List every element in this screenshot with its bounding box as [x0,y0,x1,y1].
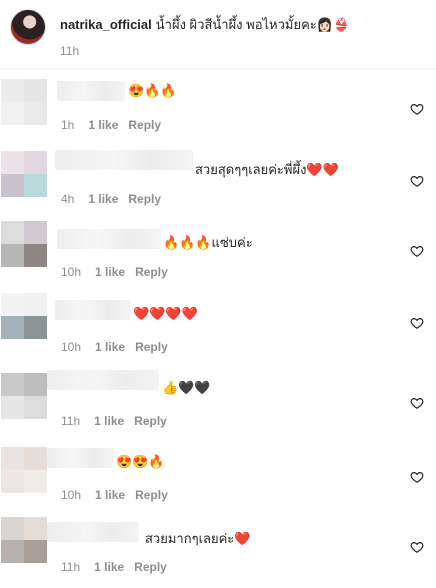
reply-button[interactable]: Reply [134,560,167,574]
comment-meta: 11h 1 like Reply [61,414,167,428]
caption-text: น้ำผึ้ง ผิวสีน้ำผึ้ง พอไหวมั้ยคะ👩🏻👙 [155,17,350,32]
avatar[interactable] [10,9,46,45]
comment-time: 10h [61,488,82,502]
heart-outline-icon[interactable] [410,174,424,188]
comment-meta: 1h 1 like Reply [61,118,161,132]
blurred-username[interactable] [47,448,113,468]
comment-text: 👍🖤🖤 [162,380,211,395]
comment-likes[interactable]: 1 like [95,265,125,279]
comment-time: 4h [61,192,75,206]
reply-button[interactable]: Reply [135,340,168,354]
comment-likes[interactable]: 1 like [88,118,118,132]
comment-row: ❤️❤️❤️❤️ 10h 1 like Reply [0,290,436,364]
divider [0,68,436,69]
comment-text: สวยมากๆเลยค่ะ❤️ [145,531,251,546]
caption-line: natrika_official น้ำผึ้ง ผิวสีน้ำผึ้ง พอไ… [60,14,349,35]
comment-avatar[interactable] [1,293,47,339]
heart-outline-icon[interactable] [410,102,424,116]
reply-button[interactable]: Reply [135,488,168,502]
reply-button[interactable]: Reply [128,192,161,206]
comment-likes[interactable]: 1 like [95,340,125,354]
comment-meta: 4h 1 like Reply [61,192,161,206]
comment-row: สวยมากๆเลยค่ะ❤️ 11h 1 like Reply [0,514,436,588]
comment-avatar[interactable] [1,447,47,493]
blurred-username[interactable] [47,370,159,390]
comment-row: 😍🔥🔥 1h 1 like Reply [0,76,436,150]
comment-row: สวยสุดๆๆเลยค่ะพี่ผึ้ง❤️❤️ 4h 1 like Reply [0,148,436,222]
comment-meta: 10h 1 like Reply [61,488,168,502]
blurred-username[interactable] [57,229,161,249]
comment-time: 1h [61,118,75,132]
comment-time: 11h [61,414,81,428]
caption-time: 11h [60,44,80,58]
heart-outline-icon[interactable] [410,396,424,410]
comment-likes[interactable]: 1 like [95,488,125,502]
comment-avatar[interactable] [1,79,47,125]
comment-row: 👍🖤🖤 11h 1 like Reply [0,370,436,444]
blurred-username[interactable] [55,150,193,170]
heart-outline-icon[interactable] [410,540,424,554]
comment-row: 😍😍🔥 10h 1 like Reply [0,444,436,518]
comment-time: 11h [61,560,81,574]
comment-text: ❤️❤️❤️❤️ [133,306,198,321]
comment-avatar[interactable] [1,517,47,563]
comment-avatar[interactable] [1,373,47,419]
comment-time: 10h [61,265,82,279]
comment-text: สวยสุดๆๆเลยค่ะพี่ผึ้ง❤️❤️ [195,162,339,177]
reply-button[interactable]: Reply [128,118,161,132]
caption-username[interactable]: natrika_official [60,17,152,32]
post-caption: natrika_official น้ำผึ้ง ผิวสีน้ำผึ้ง พอไ… [0,0,436,70]
comment-text: 😍😍🔥 [116,454,165,469]
comment-meta: 11h 1 like Reply [61,560,167,574]
heart-outline-icon[interactable] [410,244,424,258]
comment-row: 🔥🔥🔥แซ่บค่ะ 10h 1 like Reply [0,218,436,292]
comment-avatar[interactable] [1,151,47,197]
blurred-username[interactable] [57,81,125,101]
reply-button[interactable]: Reply [135,265,168,279]
comment-meta: 10h 1 like Reply [61,340,168,354]
blurred-username[interactable] [55,300,131,320]
heart-outline-icon[interactable] [410,316,424,330]
heart-outline-icon[interactable] [410,470,424,484]
comment-likes[interactable]: 1 like [94,560,124,574]
comment-likes[interactable]: 1 like [88,192,118,206]
comment-text: 😍🔥🔥 [128,83,177,98]
comment-time: 10h [61,340,82,354]
comment-likes[interactable]: 1 like [94,414,124,428]
comment-meta: 10h 1 like Reply [61,265,168,279]
blurred-username[interactable] [47,522,139,542]
reply-button[interactable]: Reply [134,414,167,428]
comment-avatar[interactable] [1,221,47,267]
comment-text: 🔥🔥🔥แซ่บค่ะ [163,235,253,250]
